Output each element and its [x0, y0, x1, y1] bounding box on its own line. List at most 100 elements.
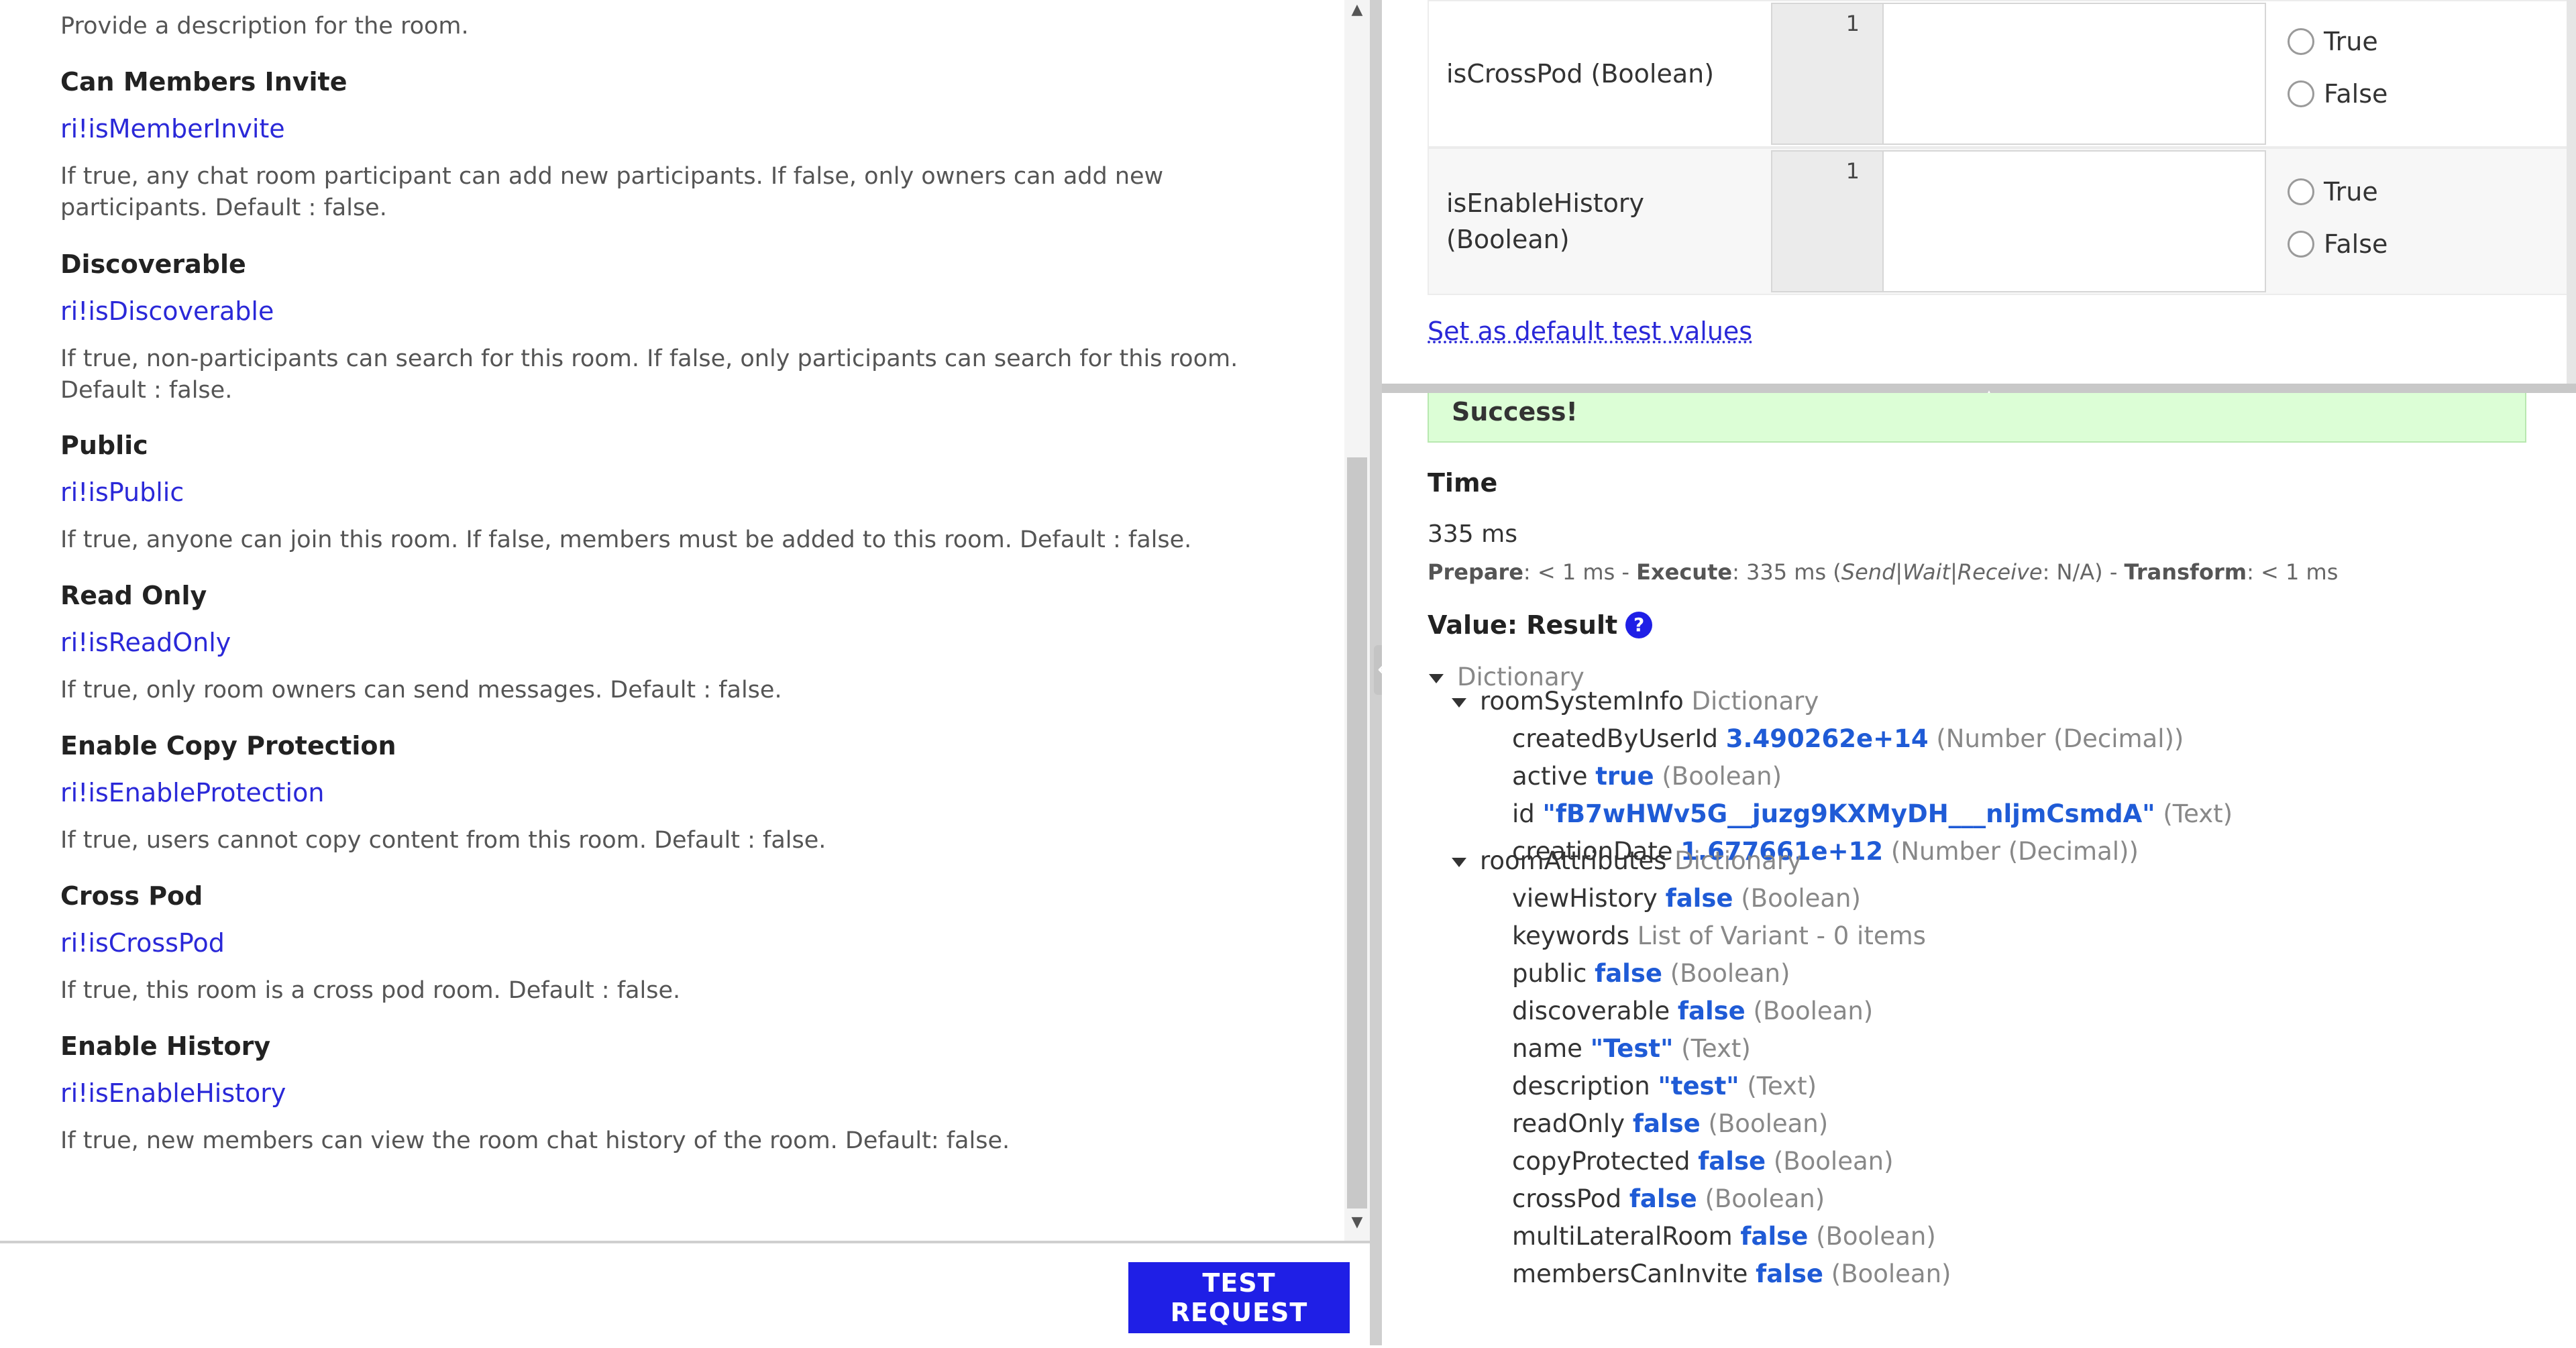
inputs-scrollbar[interactable]	[2567, 0, 2576, 384]
tree-value-type: (Number (Decimal))	[1890, 837, 2139, 866]
radio-circle-icon[interactable]	[2288, 178, 2314, 205]
tree-value-type: (Boolean)	[1705, 1184, 1825, 1213]
tree-value-type: (Boolean)	[1662, 762, 1782, 791]
parameter-documentation-pane: Provide a description for the room. Can …	[0, 0, 1344, 1241]
expression-editor[interactable]: 1	[1771, 3, 2266, 145]
tree-leaf-discoverable: discoverable false (Boolean)	[1512, 994, 1873, 1029]
set-default-test-values-link[interactable]: Set as default test values	[1428, 317, 1752, 346]
input-name: isCrossPod (Boolean)	[1446, 59, 1715, 89]
timing-breakdown: Prepare: < 1 ms - Execute: 335 ms (Send|…	[1428, 559, 2338, 585]
line-number-gutter: 1	[1772, 152, 1884, 291]
radio-label: True	[2324, 27, 2378, 56]
tree-node-roomsysteminfo[interactable]: roomSystemInfo Dictionary	[1452, 684, 1819, 719]
tree-value: "fB7wHWv5G__juzg9KXMyDH___nljmCsmdA"	[1542, 799, 2155, 828]
time-value: 335 ms	[1428, 520, 1517, 548]
tree-key: roomAttributes	[1480, 846, 1667, 875]
tree-value-type: (Text)	[2163, 799, 2233, 828]
help-icon[interactable]: ?	[1625, 612, 1653, 638]
tree-value-type: (Boolean)	[1741, 884, 1861, 913]
param-cross-pod: Cross Pod ri!isCrossPod If true, this ro…	[60, 880, 1291, 1007]
value-result-title: Value: Result	[1428, 610, 1618, 640]
input-row-iscrosspod: isCrossPod (Boolean) 1 True False	[1428, 0, 2568, 148]
tree-leaf-viewhistory: viewHistory false (Boolean)	[1512, 881, 1861, 916]
tree-key: multiLateralRoom	[1512, 1222, 1733, 1251]
caret-down-icon[interactable]	[1429, 673, 1444, 683]
param-enable-history: Enable History ri!isEnableHistory If tru…	[60, 1030, 1291, 1157]
tree-key: roomSystemInfo	[1480, 687, 1684, 716]
test-request-button[interactable]: TEST REQUEST	[1128, 1262, 1350, 1333]
tree-key: name	[1512, 1034, 1582, 1063]
param-description: If true, users cannot copy content from …	[60, 827, 826, 854]
param-rule-link[interactable]: ri!isDiscoverable	[60, 295, 1291, 327]
transform-value: : < 1 ms	[2247, 559, 2339, 585]
tree-value-type: (Boolean)	[1773, 1147, 1894, 1176]
param-rule-link[interactable]: ri!isEnableHistory	[60, 1077, 1291, 1109]
tree-key: discoverable	[1512, 997, 1670, 1025]
tree-key: membersCanInvite	[1512, 1259, 1748, 1288]
param-title: Enable History	[60, 1031, 271, 1061]
down-arrow-icon[interactable]: ▼	[1344, 1213, 1370, 1233]
param-description: If true, non-participants can search for…	[60, 345, 1238, 404]
tree-value-type: (Text)	[1681, 1034, 1751, 1063]
radio-true[interactable]: True	[2288, 27, 2378, 56]
tree-key: public	[1512, 959, 1587, 988]
radio-circle-icon[interactable]	[2288, 231, 2314, 258]
param-title: Public	[60, 431, 148, 460]
param-title: Read Only	[60, 581, 207, 610]
tree-value-type: (Boolean)	[1816, 1222, 1936, 1251]
tree-key: copyProtected	[1512, 1147, 1690, 1176]
radio-false[interactable]: False	[2288, 229, 2387, 259]
tree-value: false	[1665, 884, 1733, 913]
tree-leaf-multilateralroom: multiLateralRoom false (Boolean)	[1512, 1219, 1936, 1254]
tree-value-type: (Text)	[1747, 1072, 1817, 1101]
radio-circle-icon[interactable]	[2288, 80, 2314, 107]
scrollbar-thumb[interactable]	[1347, 457, 1367, 1209]
tree-value-type: (Boolean)	[1753, 997, 1874, 1025]
tree-value: false	[1677, 997, 1746, 1025]
time-heading: Time	[1428, 468, 1498, 498]
tree-value: false	[1698, 1147, 1766, 1176]
tree-key: id	[1512, 799, 1535, 828]
tree-leaf-readonly: readOnly false (Boolean)	[1512, 1107, 1828, 1141]
tree-value-type: (Boolean)	[1670, 959, 1790, 988]
input-name: isEnableHistory (Boolean)	[1446, 188, 1644, 254]
line-number: 1	[1845, 158, 1860, 184]
param-enable-copy-protection: Enable Copy Protection ri!isEnableProtec…	[60, 730, 1291, 856]
tree-leaf-memberscaninvite: membersCanInvite false (Boolean)	[1512, 1257, 1951, 1292]
tree-value: "Test"	[1590, 1034, 1674, 1063]
tree-node-type: Dictionary	[1674, 846, 1802, 875]
radio-circle-icon[interactable]	[2288, 28, 2314, 55]
caret-down-icon[interactable]	[1452, 697, 1466, 708]
param-read-only: Read Only ri!isReadOnly If true, only ro…	[60, 579, 1291, 706]
tree-value: "test"	[1658, 1072, 1739, 1101]
tree-node-type: Dictionary	[1691, 687, 1819, 716]
tree-leaf-id: id "fB7wHWv5G__juzg9KXMyDH___nljmCsmdA" …	[1512, 797, 2233, 832]
radio-false[interactable]: False	[2288, 79, 2387, 109]
tree-leaf-description: description "test" (Text)	[1512, 1069, 1817, 1104]
expression-editor[interactable]: 1	[1771, 150, 2266, 292]
line-number-gutter: 1	[1772, 4, 1884, 144]
tree-leaf-createdbyuserid: createdByUserId 3.490262e+14 (Number (De…	[1512, 722, 2184, 756]
param-title: Enable Copy Protection	[60, 731, 396, 761]
param-rule-link[interactable]: ri!isCrossPod	[60, 927, 1291, 959]
tree-leaf-crosspod: crossPod false (Boolean)	[1512, 1182, 1825, 1217]
param-rule-link[interactable]: ri!isMemberInvite	[60, 113, 1291, 145]
execute-label: Execute	[1636, 559, 1733, 585]
caret-down-icon[interactable]	[1452, 857, 1466, 867]
param-rule-link[interactable]: ri!isReadOnly	[60, 626, 1291, 659]
tree-value-type: (Boolean)	[1831, 1259, 1951, 1288]
param-description: If true, anyone can join this room. If f…	[60, 526, 1192, 553]
param-rule-link[interactable]: ri!isPublic	[60, 476, 1291, 508]
tree-key: viewHistory	[1512, 884, 1658, 913]
param-description: If true, this room is a cross pod room. …	[60, 977, 681, 1004]
phases-value: : N/A) -	[2042, 559, 2125, 585]
param-rule-link[interactable]: ri!isEnableProtection	[60, 777, 1291, 809]
param-description: If true, any chat room participant can a…	[60, 163, 1164, 221]
phases-label: Send|Wait|Receive	[1841, 559, 2043, 585]
tree-leaf-active: active true (Boolean)	[1512, 759, 1782, 794]
param-description: If true, only room owners can send messa…	[60, 677, 782, 704]
tree-node-roomattributes[interactable]: roomAttributes Dictionary	[1452, 844, 1802, 879]
left-scrollbar[interactable]: ▲ ▼	[1344, 0, 1370, 1241]
radio-true[interactable]: True	[2288, 177, 2378, 207]
up-arrow-icon[interactable]: ▲	[1344, 0, 1370, 20]
